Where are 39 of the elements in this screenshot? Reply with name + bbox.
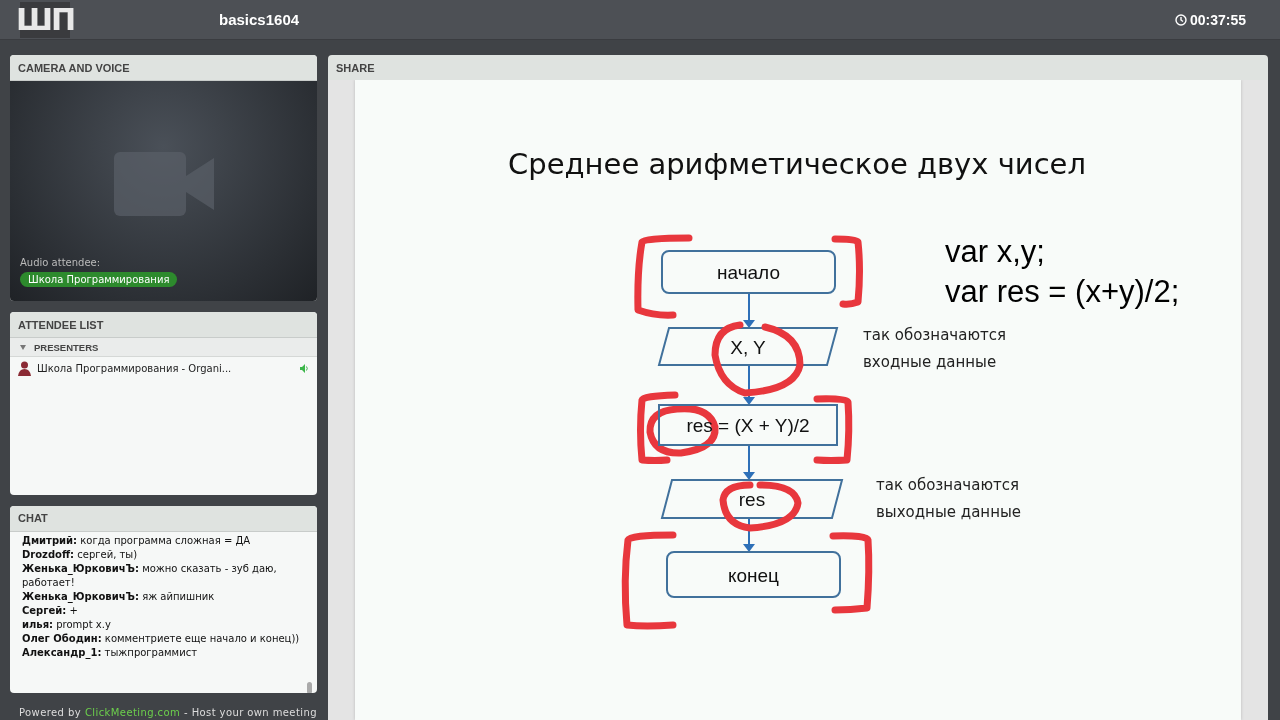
clock-icon [1174, 13, 1187, 26]
flow-arrow [743, 517, 755, 552]
panel-title: ATTENDEE LIST [18, 319, 104, 331]
chat-message: илья: prompt x.y [22, 617, 112, 632]
chat-message: Дмитрий: когда программа сложная = ДА [22, 533, 252, 548]
flow-arrow [743, 292, 755, 328]
flow-arrow [743, 444, 755, 480]
footer-text: Powered by [19, 706, 81, 718]
audio-attendee-label: Audio attendee: [20, 257, 102, 269]
chat-message: Олег Ободин: комментриете еще начало и конец)) [22, 631, 301, 646]
flowchart-node: начало [661, 250, 836, 294]
scrollbar-thumb[interactable] [307, 681, 312, 694]
code-line: var x,y; [945, 234, 1045, 269]
note-text: так обозначаются входные данные [863, 326, 1007, 371]
flow-arrow [743, 364, 755, 405]
flowchart-node: res = (X + Y)/2 [658, 404, 838, 446]
panel-title: SHARE [336, 61, 375, 74]
panel-title: CHAT [18, 512, 48, 525]
chat-message: Александр_1: тыжпрограммист [22, 645, 198, 660]
panel-title: CAMERA AND VOICE [18, 61, 130, 74]
chat-message: Женька_ЮрковичЪ: яж айпишник [22, 589, 216, 604]
flowchart-node: X, Y [657, 327, 839, 366]
slide-title: Среднее арифметическое двух чисел [508, 147, 1086, 181]
attendee-row[interactable]: Школа Программирования - Organi... [10, 357, 317, 381]
person-icon [18, 361, 31, 377]
timer: 00:37:55 [1189, 11, 1246, 28]
flowchart-node: res [660, 479, 844, 519]
meeting-title: basics1604 [219, 11, 300, 28]
chat-message: Женька_ЮрковичЪ: можно сказать - зуб даю, работает! [22, 561, 278, 590]
footer-text: - Host your own meeting [184, 706, 317, 718]
clickmeeting-link[interactable]: ClickMeeting.com [84, 706, 181, 718]
audio-attendee-name: Школа Программирования [20, 272, 178, 288]
chat-message: Drozdoff: сергей, ты) [22, 547, 139, 562]
group-header[interactable]: PRESENTERS [10, 338, 317, 358]
code-line: var res = (x+y)/2; [945, 274, 1180, 309]
video-camera-icon [113, 152, 214, 216]
flowchart-node: конец [666, 551, 841, 598]
note-text: так обозначаются выходные данные [876, 476, 1021, 521]
chat-message: Сергей: + [22, 603, 79, 618]
